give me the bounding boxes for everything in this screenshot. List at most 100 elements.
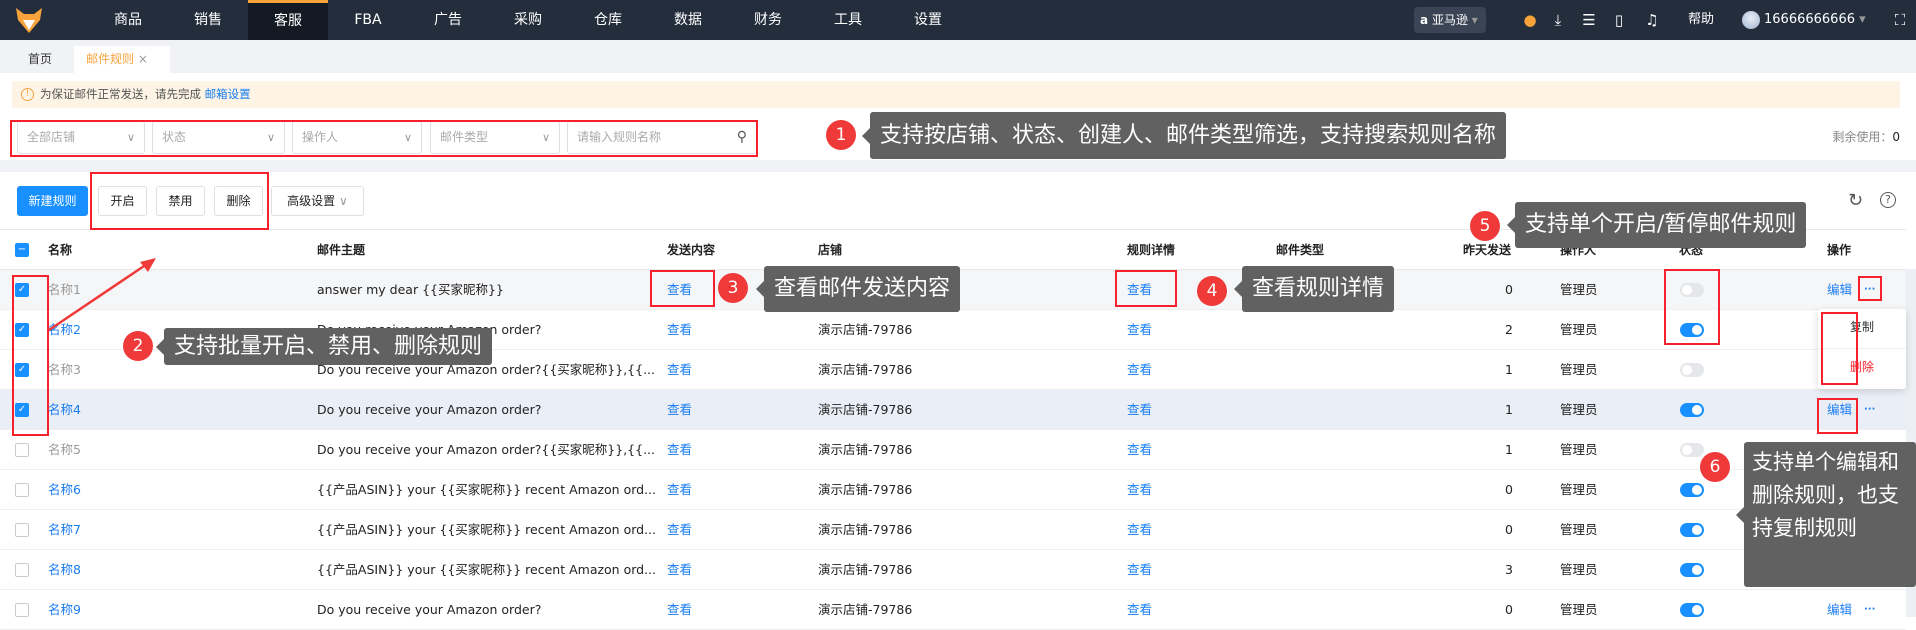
row-checkbox[interactable]: ✓ xyxy=(15,283,29,297)
view-detail-link[interactable]: 查看 xyxy=(1127,350,1152,390)
caret-down-icon: ▾ xyxy=(1859,12,1866,27)
customer-service-icon[interactable]: ● xyxy=(1520,10,1540,30)
view-detail-link[interactable]: 查看 xyxy=(1127,430,1152,470)
refresh-icon[interactable]: ↻ xyxy=(1848,190,1863,211)
store-filter[interactable]: 全部店铺 ∨ xyxy=(17,121,145,154)
search-icon[interactable]: ⚲ xyxy=(737,122,747,153)
marketplace-select[interactable]: a 亚马逊 ▾ xyxy=(1414,7,1486,33)
nav-item[interactable]: 商品 xyxy=(88,0,168,40)
rule-name-link[interactable]: 名称5 xyxy=(48,430,81,470)
view-content-link[interactable]: 查看 xyxy=(667,430,692,470)
nav-item[interactable]: 广告 xyxy=(408,0,488,40)
row-checkbox[interactable] xyxy=(15,483,29,497)
nav-item[interactable]: FBA xyxy=(328,0,408,40)
row-checkbox[interactable] xyxy=(15,603,29,617)
row-checkbox[interactable] xyxy=(15,563,29,577)
caret-down-icon: ▾ xyxy=(1471,13,1478,27)
header-store: 店铺 xyxy=(818,243,843,257)
nav-item[interactable]: 采购 xyxy=(488,0,568,40)
operator-filter[interactable]: 操作人 ∨ xyxy=(292,121,422,154)
new-rule-button[interactable]: 新建规则 xyxy=(17,186,88,216)
avatar[interactable] xyxy=(1742,11,1760,29)
view-content-link[interactable]: 查看 xyxy=(667,470,692,510)
fox-logo-icon[interactable] xyxy=(14,6,44,34)
mailbox-settings-link[interactable]: 邮箱设置 xyxy=(205,87,251,101)
more-actions-button[interactable]: ··· xyxy=(1864,270,1875,310)
table-row: 名称5 Do you receive your Amazon order?{{买家… xyxy=(0,430,1906,470)
status-toggle[interactable] xyxy=(1680,443,1704,457)
help-link[interactable]: 帮助 xyxy=(1688,0,1714,40)
view-detail-link[interactable]: 查看 xyxy=(1127,590,1152,630)
rule-name-link[interactable]: 名称3 xyxy=(48,350,81,390)
status-toggle[interactable] xyxy=(1680,363,1704,377)
mobile-icon[interactable]: ▯ xyxy=(1609,10,1629,30)
rule-name-link[interactable]: 名称6 xyxy=(48,470,81,510)
edit-link[interactable]: 编辑 xyxy=(1827,390,1852,430)
advanced-settings-dropdown[interactable]: 高级设置 ∨ xyxy=(271,186,364,216)
row-checkbox[interactable] xyxy=(15,443,29,457)
view-content-link[interactable]: 查看 xyxy=(667,590,692,630)
enable-button[interactable]: 开启 xyxy=(98,186,147,216)
view-content-link[interactable]: 查看 xyxy=(667,270,692,310)
nav-item[interactable]: 数据 xyxy=(648,0,728,40)
help-icon[interactable]: ? xyxy=(1880,192,1896,208)
view-content-link[interactable]: 查看 xyxy=(667,510,692,550)
nav-item[interactable]: 工具 xyxy=(808,0,888,40)
select-all-checkbox[interactable]: − xyxy=(15,243,29,257)
close-icon[interactable]: × xyxy=(138,52,148,66)
status-toggle[interactable] xyxy=(1680,563,1704,577)
row-checkbox[interactable]: ✓ xyxy=(15,323,29,337)
view-detail-link[interactable]: 查看 xyxy=(1127,510,1152,550)
view-detail-link[interactable]: 查看 xyxy=(1127,390,1152,430)
task-list-icon[interactable]: ☰ xyxy=(1579,10,1599,30)
store-name: 演示店铺-79786 xyxy=(818,562,913,577)
rule-name-link[interactable]: 名称4 xyxy=(48,390,81,430)
status-toggle[interactable] xyxy=(1680,603,1704,617)
status-filter[interactable]: 状态 ∨ xyxy=(152,121,285,154)
view-detail-link[interactable]: 查看 xyxy=(1127,470,1152,510)
view-content-link[interactable]: 查看 xyxy=(667,350,692,390)
row-checkbox[interactable] xyxy=(15,523,29,537)
nav-item[interactable]: 客服 xyxy=(248,0,328,40)
edit-link[interactable]: 编辑 xyxy=(1827,270,1852,310)
mail-type-filter[interactable]: 邮件类型 ∨ xyxy=(430,121,560,154)
operator-name: 管理员 xyxy=(1560,442,1598,457)
user-account-menu[interactable]: 16666666666 ▾ xyxy=(1764,0,1866,40)
status-toggle[interactable] xyxy=(1680,323,1704,337)
row-checkbox[interactable]: ✓ xyxy=(15,403,29,417)
nav-item[interactable]: 销售 xyxy=(168,0,248,40)
row-checkbox[interactable]: ✓ xyxy=(15,363,29,377)
view-content-link[interactable]: 查看 xyxy=(667,390,692,430)
view-detail-link[interactable]: 查看 xyxy=(1127,270,1152,310)
delete-button[interactable]: 删除 xyxy=(214,186,263,216)
more-actions-button[interactable]: ··· xyxy=(1864,390,1875,430)
download-icon[interactable]: ⤓ xyxy=(1548,10,1568,30)
disable-button[interactable]: 禁用 xyxy=(156,186,205,216)
rule-name-link[interactable]: 名称9 xyxy=(48,590,81,630)
rule-name-link[interactable]: 名称7 xyxy=(48,510,81,550)
fullscreen-icon[interactable]: ⛶ xyxy=(1890,10,1910,30)
nav-item[interactable]: 财务 xyxy=(728,0,808,40)
bell-icon[interactable]: ♫ xyxy=(1642,10,1662,30)
more-actions-button[interactable]: ··· xyxy=(1864,590,1875,630)
header-subject: 邮件主题 xyxy=(317,243,366,257)
menu-item-copy[interactable]: 复制 xyxy=(1818,309,1906,349)
tab-home[interactable]: 首页 xyxy=(16,46,64,73)
view-content-link[interactable]: 查看 xyxy=(667,550,692,590)
tab-mail-rules[interactable]: 邮件规则 × xyxy=(74,46,170,73)
status-toggle[interactable] xyxy=(1680,523,1704,537)
annotation-tooltip: 查看邮件发送内容 xyxy=(755,266,961,312)
view-detail-link[interactable]: 查看 xyxy=(1127,310,1152,350)
rule-name-search-input[interactable]: 请输入规则名称 ⚲ xyxy=(567,121,757,154)
status-toggle[interactable] xyxy=(1680,283,1704,297)
view-detail-link[interactable]: 查看 xyxy=(1127,550,1152,590)
menu-item-delete[interactable]: 删除 xyxy=(1818,349,1906,389)
nav-item[interactable]: 设置 xyxy=(888,0,968,40)
status-toggle[interactable] xyxy=(1680,483,1704,497)
view-content-link[interactable]: 查看 xyxy=(667,310,692,350)
edit-link[interactable]: 编辑 xyxy=(1827,590,1852,630)
annotation-number: 4 xyxy=(1197,276,1227,306)
nav-item[interactable]: 仓库 xyxy=(568,0,648,40)
rule-name-link[interactable]: 名称8 xyxy=(48,550,81,590)
status-toggle[interactable] xyxy=(1680,403,1704,417)
